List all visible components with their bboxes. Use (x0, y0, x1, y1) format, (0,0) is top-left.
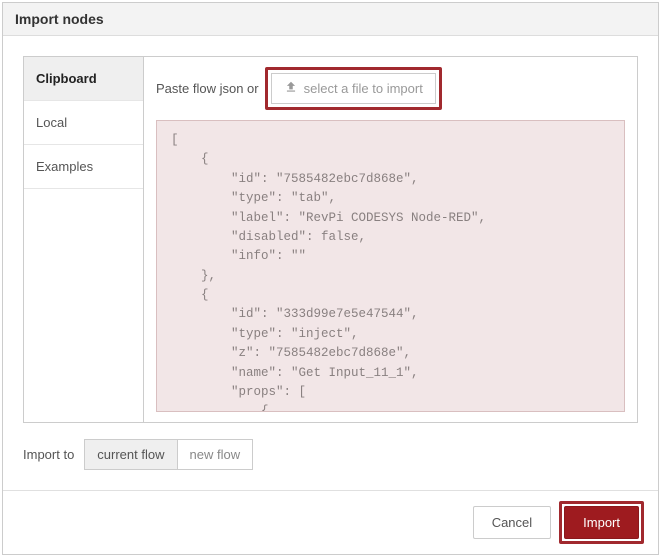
source-tabs: Clipboard Local Examples (24, 57, 144, 422)
dialog-header: Import nodes (3, 3, 658, 36)
dialog-footer: Cancel Import (3, 490, 658, 554)
clipboard-pane: Paste flow json or select a file to impo… (144, 57, 637, 422)
flow-json-textarea[interactable] (156, 120, 625, 412)
upper-panel: Clipboard Local Examples Paste flow json… (23, 56, 638, 423)
select-file-button[interactable]: select a file to import (271, 73, 436, 104)
tab-clipboard[interactable]: Clipboard (24, 57, 143, 101)
import-to-current[interactable]: current flow (84, 439, 176, 470)
import-dialog: Import nodes Clipboard Local Examples Pa… (2, 2, 659, 555)
import-button[interactable]: Import (564, 506, 639, 539)
dialog-body: Clipboard Local Examples Paste flow json… (3, 36, 658, 490)
paste-row: Paste flow json or select a file to impo… (156, 67, 625, 110)
import-to-group: current flow new flow (84, 439, 253, 470)
tab-local[interactable]: Local (24, 101, 143, 145)
cancel-button[interactable]: Cancel (473, 506, 551, 539)
import-to-label: Import to (23, 447, 74, 462)
import-to-row: Import to current flow new flow (23, 439, 638, 470)
upload-icon (284, 80, 298, 97)
tab-examples[interactable]: Examples (24, 145, 143, 189)
dialog-title: Import nodes (15, 11, 104, 27)
select-file-label: select a file to import (304, 81, 423, 96)
select-file-highlight: select a file to import (265, 67, 442, 110)
paste-label: Paste flow json or (156, 81, 259, 96)
import-highlight: Import (559, 501, 644, 544)
import-to-new[interactable]: new flow (177, 439, 254, 470)
